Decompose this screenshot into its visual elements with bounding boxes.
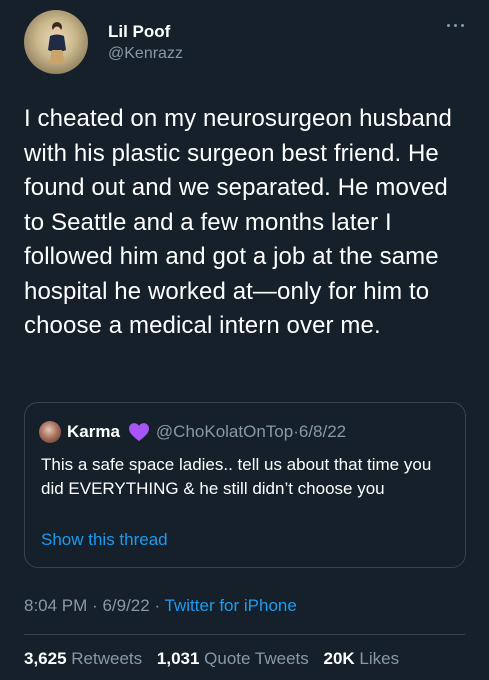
quoted-tweet-text: This a safe space ladies.. tell us about… [41,455,432,498]
meta-separator: · [92,596,98,615]
retweets-label: Retweets [71,649,143,668]
quoted-author-name: Karma [67,422,120,441]
likes-label: Likes [359,649,400,668]
tweet-time: 8:04 PM [24,596,88,615]
tweet-meta: 8:04 PM · 6/9/22 · Twitter for iPhone [24,596,297,616]
tweet-source-link[interactable]: Twitter for iPhone [165,596,297,615]
author-avatar[interactable] [24,10,88,74]
retweets-count: 3,625 [24,649,67,668]
quoted-tweet[interactable]: Karma @ChoKolatOnTop·6/8/22 This a safe s… [24,402,466,568]
quoted-author-avatar [39,421,61,443]
quoted-tweet-header: Karma @ChoKolatOnTop·6/8/22 [39,421,346,443]
tweet-text: I cheated on my neurosurgeon husband wit… [24,105,452,339]
quote-tweets-count: 1,031 [156,649,200,668]
quoted-tweet-date: 6/8/22 [298,422,347,441]
meta-separator: · [154,596,161,615]
divider [24,634,465,635]
quote-tweets-label: Quote Tweets [204,649,309,668]
author-handle[interactable]: @Kenrazz [108,45,183,63]
purple-heart-icon [128,423,149,442]
more-options-icon[interactable] [445,22,465,30]
tweet-stats: 3,625 Retweets 1,031 Quote Tweets 20K Li… [24,649,409,669]
retweets-stat[interactable]: 3,625 Retweets [24,649,152,668]
avatar-figure-icon [48,22,66,64]
tweet-date: 6/9/22 [102,596,150,615]
likes-count: 20K [323,649,355,668]
likes-stat[interactable]: 20K Likes [324,649,410,668]
show-thread-link[interactable]: Show this thread [41,530,168,550]
tweet-header: Lil Poof @Kenrazz [24,10,465,74]
quoted-author-handle: @ChoKolatOnTop [155,422,294,441]
quote-tweets-stat[interactable]: 1,031 Quote Tweets [157,649,319,668]
author-name[interactable]: Lil Poof [108,22,170,42]
